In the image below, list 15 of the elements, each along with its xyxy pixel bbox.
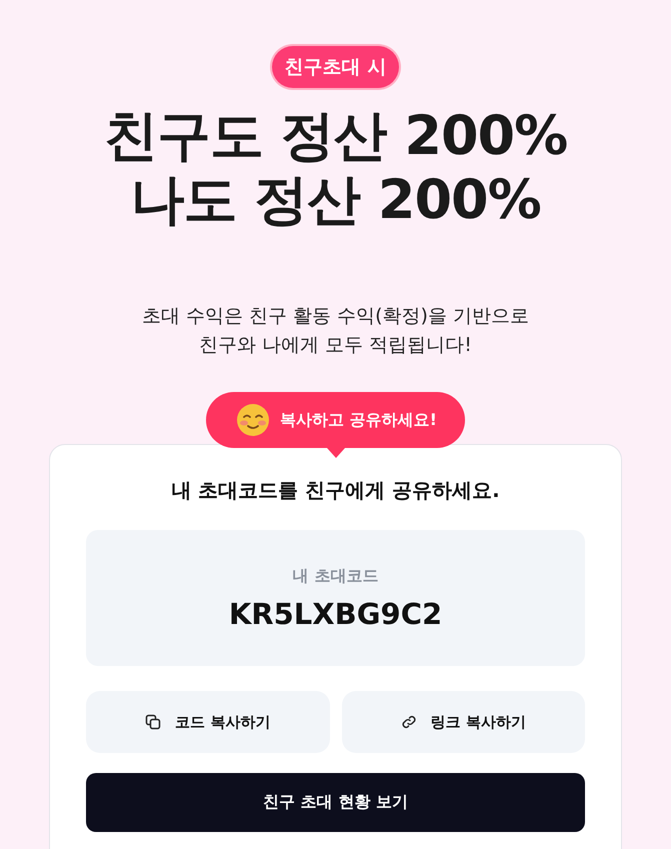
- copy-icon: [145, 714, 162, 730]
- invite-status-button[interactable]: 친구 초대 현황 보기: [86, 773, 585, 832]
- card-title: 내 초대코드를 친구에게 공유하세요.: [170, 477, 501, 504]
- invite-code: KR5LXBG9C2: [228, 596, 442, 630]
- copy-link-button[interactable]: 링크 복사하기: [342, 691, 585, 753]
- description-text: 초대 수익은 친구 활동 수익(확정)을 기반으로: [142, 304, 530, 329]
- smiley-icon: [236, 403, 270, 437]
- headline: 친구도 정산 200%: [104, 104, 568, 168]
- copy-code-button[interactable]: 코드 복사하기: [86, 691, 330, 753]
- code-label: 내 초대코드: [292, 566, 378, 586]
- promo-badge: 친구초대 시: [272, 46, 400, 88]
- link-icon: [400, 714, 417, 730]
- description-text: 친구와 나에게 모두 적립됩니다!: [199, 333, 472, 358]
- headline: 나도 정산 200%: [130, 168, 541, 232]
- tooltip-text: 복사하고 공유하세요!: [280, 410, 437, 430]
